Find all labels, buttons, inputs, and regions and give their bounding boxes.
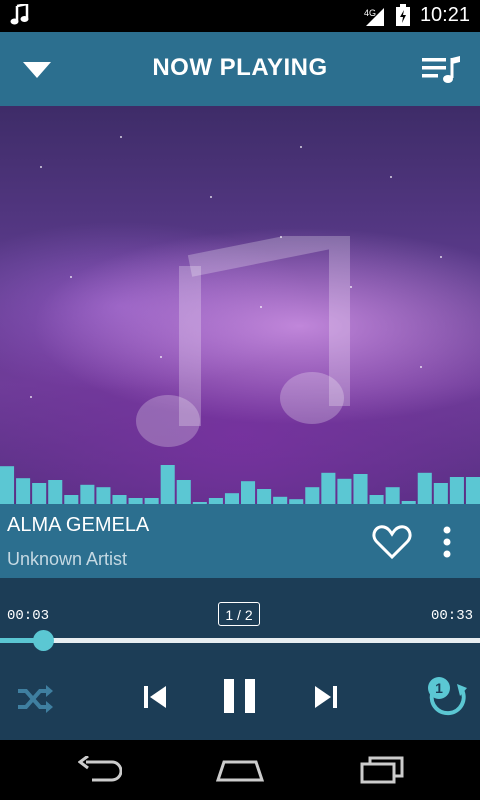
music-note-icon — [136, 236, 350, 447]
track-info-bar: ALMA GEMELA Unknown Artist — [0, 504, 480, 578]
next-icon[interactable] — [313, 685, 337, 714]
equalizer-bar — [257, 489, 272, 504]
equalizer-bar — [321, 472, 336, 504]
previous-icon[interactable] — [144, 685, 168, 714]
repeat-count-label: 1 — [435, 680, 443, 696]
equalizer-bar — [48, 480, 63, 504]
seek-bar-track[interactable] — [0, 638, 480, 643]
equalizer-bar — [337, 478, 352, 504]
more-options-icon[interactable] — [440, 526, 454, 563]
equalizer-bar — [96, 487, 111, 504]
equalizer-bar — [273, 496, 288, 504]
seek-bar-handle[interactable] — [33, 630, 55, 651]
signal-icon: 4G — [364, 6, 386, 31]
status-bar: 4G 10:21 — [0, 0, 480, 32]
back-icon[interactable] — [77, 754, 123, 787]
album-artwork — [0, 106, 480, 504]
queue-position-badge: 1 / 2 — [218, 602, 260, 626]
pause-icon[interactable] — [224, 679, 256, 718]
equalizer-bar — [32, 483, 47, 504]
equalizer-bar — [433, 483, 448, 504]
elapsed-time: 00:03 — [7, 608, 50, 624]
equalizer-bar — [465, 477, 480, 504]
equalizer-bar — [241, 481, 256, 504]
music-note-icon — [10, 2, 30, 31]
equalizer-bar — [449, 477, 464, 504]
equalizer-bar — [417, 472, 432, 504]
equalizer-bar — [112, 495, 127, 504]
battery-icon — [396, 4, 410, 31]
equalizer-bar — [305, 487, 320, 504]
repeat-one-icon[interactable]: 1 — [424, 674, 470, 723]
equalizer-bar — [16, 478, 31, 504]
app-header: NOW PLAYING — [0, 32, 480, 106]
equalizer-bar — [369, 495, 384, 504]
equalizer-bar — [224, 493, 239, 504]
clock: 10:21 — [419, 4, 470, 26]
total-duration: 00:33 — [430, 608, 473, 624]
equalizer-bar — [385, 487, 400, 504]
track-artist: Unknown Artist — [7, 549, 128, 569]
system-nav-bar — [0, 740, 480, 800]
track-title: ALMA GEMELA — [7, 514, 150, 536]
equalizer-bar — [0, 466, 15, 504]
queue-music-icon[interactable] — [422, 54, 462, 91]
equalizer-bar — [176, 480, 191, 504]
page-title: NOW PLAYING — [152, 54, 328, 81]
recent-apps-icon[interactable] — [360, 756, 404, 789]
player-controls: 00:03 1 / 2 00:33 1 — [0, 578, 480, 740]
heart-icon[interactable] — [372, 524, 412, 565]
equalizer-bar — [80, 484, 95, 504]
equalizer-bar — [64, 495, 79, 504]
shuffle-icon[interactable] — [16, 682, 54, 721]
equalizer-visualizer — [0, 465, 480, 504]
equalizer-bar — [353, 474, 368, 504]
home-icon[interactable] — [215, 760, 265, 787]
equalizer-bar — [160, 465, 175, 504]
network-type-label: 4G — [364, 8, 376, 18]
